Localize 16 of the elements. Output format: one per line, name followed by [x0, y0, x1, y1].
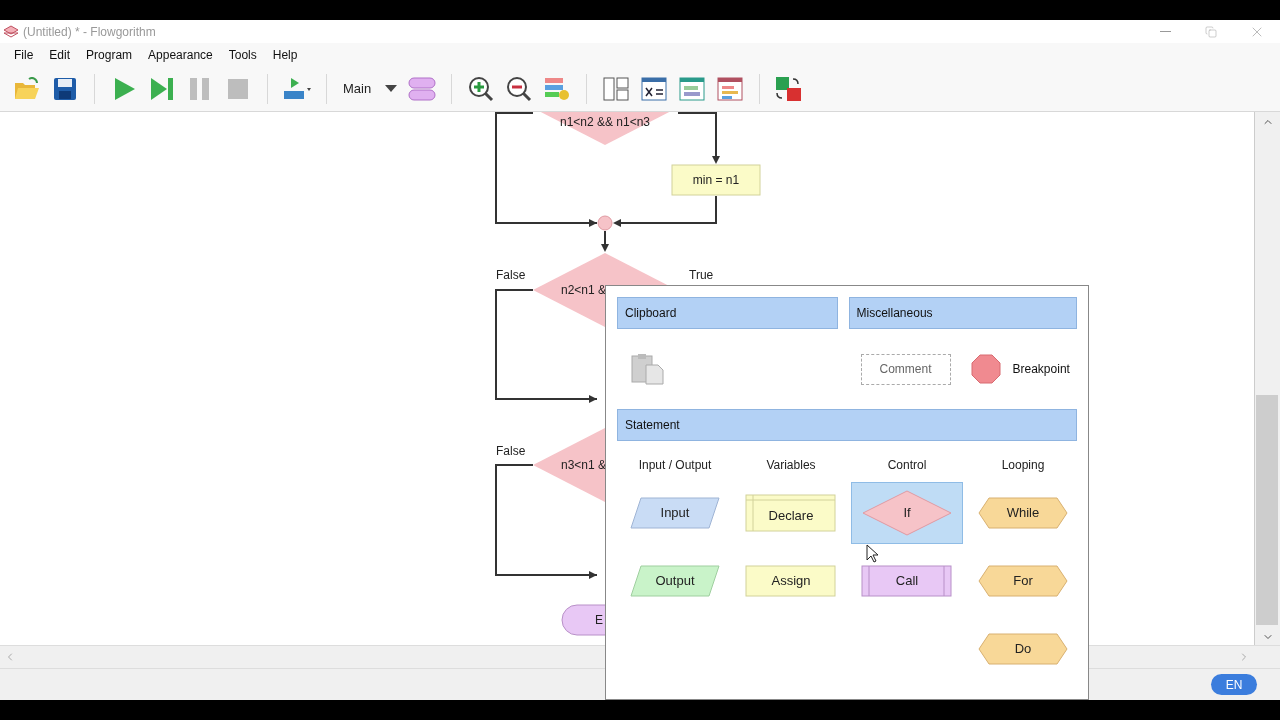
column-heading: Control: [887, 457, 927, 474]
branch-label: False: [496, 444, 526, 458]
section-header: Miscellaneous: [848, 297, 1077, 329]
column-heading: Looping: [1001, 457, 1045, 474]
branch-label: True: [689, 268, 714, 282]
window-title: (Untitled) * - Flowgorithm: [23, 23, 156, 41]
assign-text: min = n1: [692, 173, 740, 187]
terminal-text: E: [595, 613, 603, 627]
section-header: Statement: [617, 409, 1077, 441]
condition-text: n3<n1 &: [561, 458, 607, 472]
section-header: Clipboard: [617, 297, 838, 329]
condition-text: n2<n1 &: [561, 283, 607, 297]
column-heading: Input / Output: [638, 457, 712, 474]
column-heading: Variables: [766, 457, 816, 474]
condition-text: n1<n2 && n1<n3: [559, 115, 651, 129]
branch-label: False: [496, 268, 526, 282]
